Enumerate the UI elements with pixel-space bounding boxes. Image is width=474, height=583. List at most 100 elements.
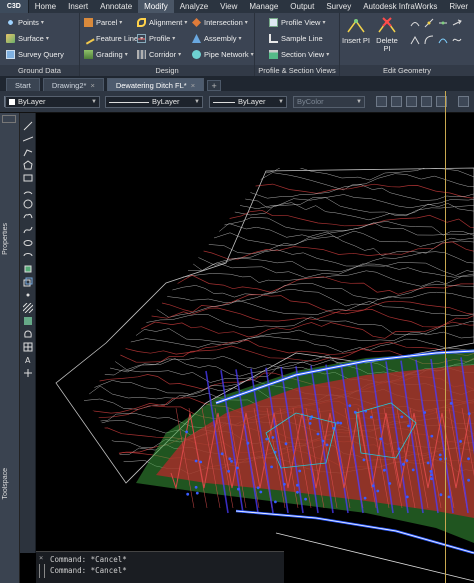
cogo-point — [283, 482, 286, 486]
corridor-label: Corridor — [149, 50, 177, 59]
drag-handle-icon[interactable] — [39, 564, 45, 578]
rectangle-icon[interactable] — [23, 173, 33, 183]
layer-tool-icon[interactable] — [406, 96, 417, 107]
edit-elevations-icon[interactable] — [410, 35, 420, 45]
profile-view-button[interactable]: Profile View ▾ — [269, 17, 325, 28]
menu-tab-insert[interactable]: Insert — [62, 0, 94, 13]
section-view-button[interactable]: Section View ▾ — [269, 49, 329, 60]
trim-icon[interactable] — [424, 18, 434, 28]
join-icon[interactable] — [438, 18, 448, 28]
make-block-icon[interactable] — [23, 277, 33, 287]
match-properties-icon[interactable] — [376, 96, 387, 107]
color-swatch — [9, 99, 15, 106]
menu-tab-output[interactable]: Output — [284, 0, 320, 13]
layer-tool-icon[interactable] — [458, 96, 469, 107]
chevron-down-icon[interactable]: ▾ — [41, 19, 44, 26]
insert-block-icon[interactable] — [23, 264, 33, 274]
profile-icon — [137, 34, 146, 43]
points-button[interactable]: Points ▾ — [6, 17, 44, 28]
chevron-down-icon[interactable]: ▾ — [322, 19, 325, 26]
palette-close-icon[interactable] — [2, 115, 16, 123]
polygon-icon[interactable] — [23, 160, 33, 170]
chevron-down-icon[interactable]: ▾ — [251, 51, 254, 58]
contour-line — [208, 236, 474, 256]
doc-tab-start[interactable]: Start — [6, 78, 40, 91]
chevron-down-icon[interactable]: ▾ — [326, 51, 329, 58]
assembly-icon — [192, 34, 201, 43]
surface-button[interactable]: Surface ▾ — [6, 33, 49, 44]
layer-tool-icon[interactable] — [421, 96, 432, 107]
properties-palette-tab[interactable]: Properties — [2, 223, 9, 255]
polyline-icon[interactable] — [23, 147, 33, 157]
chevron-down-icon[interactable]: ▾ — [178, 51, 181, 58]
spline-icon[interactable] — [23, 225, 33, 235]
assembly-button[interactable]: Assembly ▾ — [192, 33, 242, 44]
menu-tab-home[interactable]: Home — [29, 0, 62, 13]
chevron-down-icon[interactable]: ▾ — [239, 35, 242, 42]
close-icon[interactable]: × — [191, 81, 195, 90]
chevron-down-icon[interactable]: ▾ — [245, 19, 248, 26]
circle-icon[interactable] — [23, 199, 33, 209]
table-icon[interactable] — [23, 342, 33, 352]
break-icon[interactable] — [410, 18, 420, 28]
sample-line-button[interactable]: Sample Line — [269, 33, 323, 44]
multiline-text-icon[interactable]: A — [23, 355, 33, 365]
hatch-icon[interactable] — [23, 303, 33, 313]
menu-tab-modify[interactable]: Modify — [138, 0, 174, 13]
smooth-icon[interactable] — [452, 35, 462, 45]
doc-tab-drawing2[interactable]: Drawing2* × — [42, 78, 104, 91]
close-icon[interactable]: × — [90, 81, 94, 90]
menu-tab-survey[interactable]: Survey — [320, 0, 357, 13]
command-line[interactable]: × Command: *Cancel* Command: *Cancel* — [36, 551, 284, 583]
layer-tool-icon[interactable] — [391, 96, 402, 107]
application-menu-button[interactable]: C3D — [0, 0, 29, 13]
feature-line-button[interactable]: Feature Line▾ — [82, 32, 143, 45]
menu-tab-manage[interactable]: Manage — [243, 0, 284, 13]
lineweight-dropdown[interactable]: ByLayer ▼ — [209, 96, 287, 108]
survey-query-button[interactable]: Survey Query — [6, 49, 64, 60]
fillet-icon[interactable] — [424, 35, 434, 45]
grading-button[interactable]: Grading ▾ — [84, 49, 128, 60]
ellipse-icon[interactable] — [23, 238, 33, 248]
layer-dropdown[interactable]: ByLayer ▼ — [5, 96, 100, 108]
pipe-network-button[interactable]: Pipe Network ▾ — [192, 49, 254, 60]
parcel-button[interactable]: Parcel ▾ — [84, 17, 122, 28]
menu-tab-view[interactable]: View — [214, 0, 243, 13]
ellipse-arc-icon[interactable] — [23, 251, 33, 261]
menu-tab-annotate[interactable]: Annotate — [94, 0, 138, 13]
fit-curve-icon[interactable] — [438, 35, 448, 45]
chevron-down-icon[interactable]: ▾ — [184, 19, 187, 26]
chevron-down-icon[interactable]: ▾ — [125, 51, 128, 58]
corridor-button[interactable]: Corridor ▾ — [137, 49, 181, 60]
point-icon[interactable] — [23, 290, 33, 300]
chevron-down-icon[interactable]: ▾ — [119, 19, 122, 26]
linetype-dropdown[interactable]: ByLayer ▼ — [105, 96, 203, 108]
insert-pi-button[interactable]: Insert PI — [342, 17, 370, 57]
close-icon[interactable]: × — [39, 554, 43, 562]
intersection-button[interactable]: Intersection ▾ — [192, 17, 248, 28]
construction-line-icon[interactable] — [23, 134, 33, 144]
cogo-point — [467, 457, 470, 461]
chevron-down-icon[interactable]: ▾ — [172, 35, 175, 42]
toolspace-palette-tab[interactable]: Toolspace — [2, 468, 9, 500]
doc-tab-label: Dewatering Ditch FL* — [115, 81, 187, 90]
revision-cloud-icon[interactable] — [23, 212, 33, 222]
add-selected-icon[interactable] — [23, 368, 33, 378]
doc-tab-dewatering-ditch[interactable]: Dewatering Ditch FL* × — [106, 78, 205, 91]
plot-style-dropdown[interactable]: ByColor ▼ — [293, 96, 365, 108]
chevron-down-icon[interactable]: ▾ — [46, 35, 49, 42]
menu-tab-autodesk-infraworks[interactable]: Autodesk InfraWorks — [357, 0, 443, 13]
delete-pi-button[interactable]: Delete PI — [373, 17, 401, 57]
drawing-canvas[interactable] — [36, 113, 474, 583]
gradient-icon[interactable] — [23, 316, 33, 326]
cogo-point — [246, 441, 250, 445]
profile-button[interactable]: Profile ▾ — [137, 33, 175, 44]
reverse-icon[interactable] — [452, 18, 462, 28]
alignment-button[interactable]: Alignment ▾ — [137, 17, 187, 28]
menu-tab-river[interactable]: River — [443, 0, 474, 13]
line-icon[interactable] — [23, 121, 33, 131]
new-tab-button[interactable]: + — [207, 80, 222, 91]
menu-tab-analyze[interactable]: Analyze — [174, 0, 214, 13]
region-icon[interactable] — [23, 329, 33, 339]
arc-icon[interactable] — [23, 186, 33, 196]
